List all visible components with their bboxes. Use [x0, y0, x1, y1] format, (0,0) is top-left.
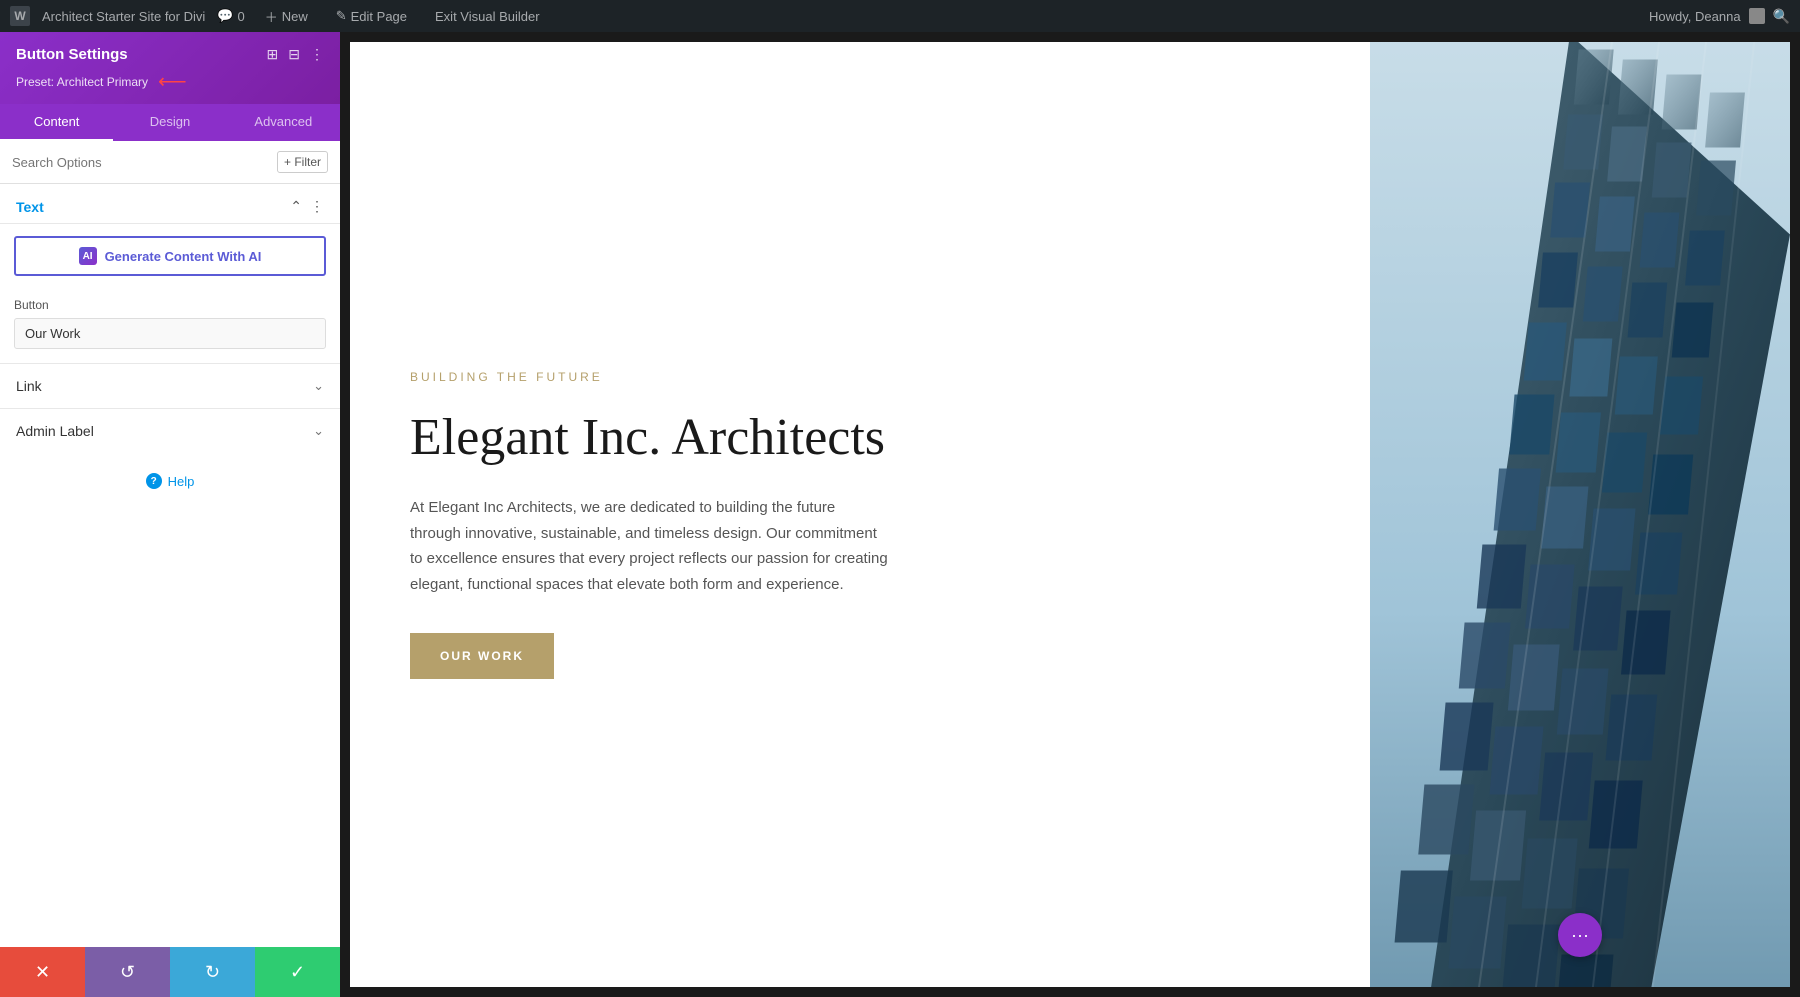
- admin-label-title: Admin Label: [16, 423, 94, 439]
- link-section: Link ⌄: [0, 363, 340, 408]
- admin-label-chevron-icon: ⌄: [313, 423, 324, 439]
- discard-button[interactable]: ✕: [0, 947, 85, 997]
- admin-bar-left: W Architect Starter Site for Divi 💬 0 ＋ …: [10, 0, 1641, 32]
- building-illustration: [1370, 42, 1790, 987]
- search-icon[interactable]: 🔍: [1773, 8, 1790, 25]
- red-arrow-icon: ⟵: [158, 69, 187, 94]
- button-field-label: Button: [14, 298, 326, 312]
- filter-button[interactable]: + Filter: [277, 151, 328, 173]
- tab-content[interactable]: Content: [0, 104, 113, 141]
- hero-cta-button[interactable]: OUR WORK: [410, 633, 554, 679]
- section-controls: ⌃ ⋮: [290, 198, 324, 215]
- panel-header-icons: ⊞ ⊟ ⋮: [267, 46, 324, 63]
- hero-text-section: BUILDING THE FUTURE Elegant Inc. Archite…: [350, 42, 1370, 987]
- main-layout: Button Settings ⊞ ⊟ ⋮ Preset: Architect …: [0, 32, 1800, 997]
- exit-visual-builder-button[interactable]: Exit Visual Builder: [427, 0, 548, 32]
- link-section-header[interactable]: Link ⌄: [16, 378, 324, 394]
- panel-header: Button Settings ⊞ ⊟ ⋮ Preset: Architect …: [0, 32, 340, 104]
- bottom-bar: ✕ ↺ ↻ ✓: [0, 947, 340, 997]
- section-collapse-icon[interactable]: ⌃: [290, 198, 302, 215]
- ai-icon: AI: [79, 247, 97, 265]
- fab-button[interactable]: ···: [1558, 913, 1602, 957]
- hero-image-section: ···: [1370, 42, 1790, 987]
- site-name[interactable]: Architect Starter Site for Divi: [42, 9, 205, 24]
- columns-icon[interactable]: ⊟: [288, 46, 300, 63]
- hero-title: Elegant Inc. Architects: [410, 408, 1310, 468]
- link-section-title: Link: [16, 378, 42, 394]
- settings-panel: Button Settings ⊞ ⊟ ⋮ Preset: Architect …: [0, 32, 340, 997]
- admin-label-section: Admin Label ⌄: [0, 408, 340, 453]
- panel-header-top: Button Settings ⊞ ⊟ ⋮: [16, 46, 324, 63]
- pencil-icon: ✎: [336, 8, 347, 24]
- link-chevron-icon: ⌄: [313, 378, 324, 394]
- preset-label[interactable]: Preset: Architect Primary: [16, 75, 148, 89]
- section-more-icon[interactable]: ⋮: [310, 198, 324, 215]
- search-row: + Filter: [0, 141, 340, 184]
- panel-title: Button Settings: [16, 46, 128, 63]
- button-field-group: Button: [0, 288, 340, 363]
- tab-advanced[interactable]: Advanced: [227, 104, 340, 141]
- new-content-button[interactable]: ＋ New: [257, 0, 316, 32]
- page-preview: BUILDING THE FUTURE Elegant Inc. Archite…: [340, 32, 1800, 997]
- help-icon: ?: [146, 473, 162, 489]
- button-text-input[interactable]: [14, 318, 326, 349]
- tab-design[interactable]: Design: [113, 104, 226, 141]
- text-section-title: Text: [16, 199, 44, 215]
- magic-icon[interactable]: ⊞: [267, 46, 279, 63]
- hero-container: BUILDING THE FUTURE Elegant Inc. Archite…: [350, 42, 1790, 987]
- undo-button[interactable]: ↺: [85, 947, 170, 997]
- page-canvas: BUILDING THE FUTURE Elegant Inc. Archite…: [350, 42, 1790, 987]
- admin-label-section-header[interactable]: Admin Label ⌄: [16, 423, 324, 439]
- help-row[interactable]: ? Help: [0, 453, 340, 509]
- edit-page-button[interactable]: ✎ Edit Page: [328, 0, 415, 32]
- hero-eyebrow: BUILDING THE FUTURE: [410, 370, 1310, 384]
- redo-button[interactable]: ↻: [170, 947, 255, 997]
- help-label: Help: [168, 474, 195, 489]
- hero-description: At Elegant Inc Architects, we are dedica…: [410, 495, 890, 597]
- plus-icon: ＋: [265, 7, 278, 26]
- admin-bar-right: Howdy, Deanna 🔍: [1649, 8, 1790, 25]
- comments-link[interactable]: 💬 0: [217, 8, 244, 24]
- wordpress-logo-icon[interactable]: W: [10, 6, 30, 26]
- ai-button-wrapper: AI Generate Content With AI: [0, 224, 340, 288]
- more-options-icon[interactable]: ⋮: [310, 46, 324, 63]
- search-options-input[interactable]: [12, 155, 271, 170]
- panel-tabs: Content Design Advanced: [0, 104, 340, 141]
- panel-preset: Preset: Architect Primary ⟵: [16, 69, 324, 94]
- howdy-text: Howdy, Deanna: [1649, 9, 1741, 24]
- user-avatar[interactable]: [1749, 8, 1765, 24]
- save-button[interactable]: ✓: [255, 947, 340, 997]
- ai-generate-button[interactable]: AI Generate Content With AI: [14, 236, 326, 276]
- panel-content: Text ⌃ ⋮ AI Generate Content With AI But…: [0, 184, 340, 947]
- fab-dots-icon: ···: [1571, 925, 1589, 946]
- speech-bubble-icon: 💬: [217, 8, 233, 24]
- admin-bar: W Architect Starter Site for Divi 💬 0 ＋ …: [0, 0, 1800, 32]
- text-section-header: Text ⌃ ⋮: [0, 184, 340, 224]
